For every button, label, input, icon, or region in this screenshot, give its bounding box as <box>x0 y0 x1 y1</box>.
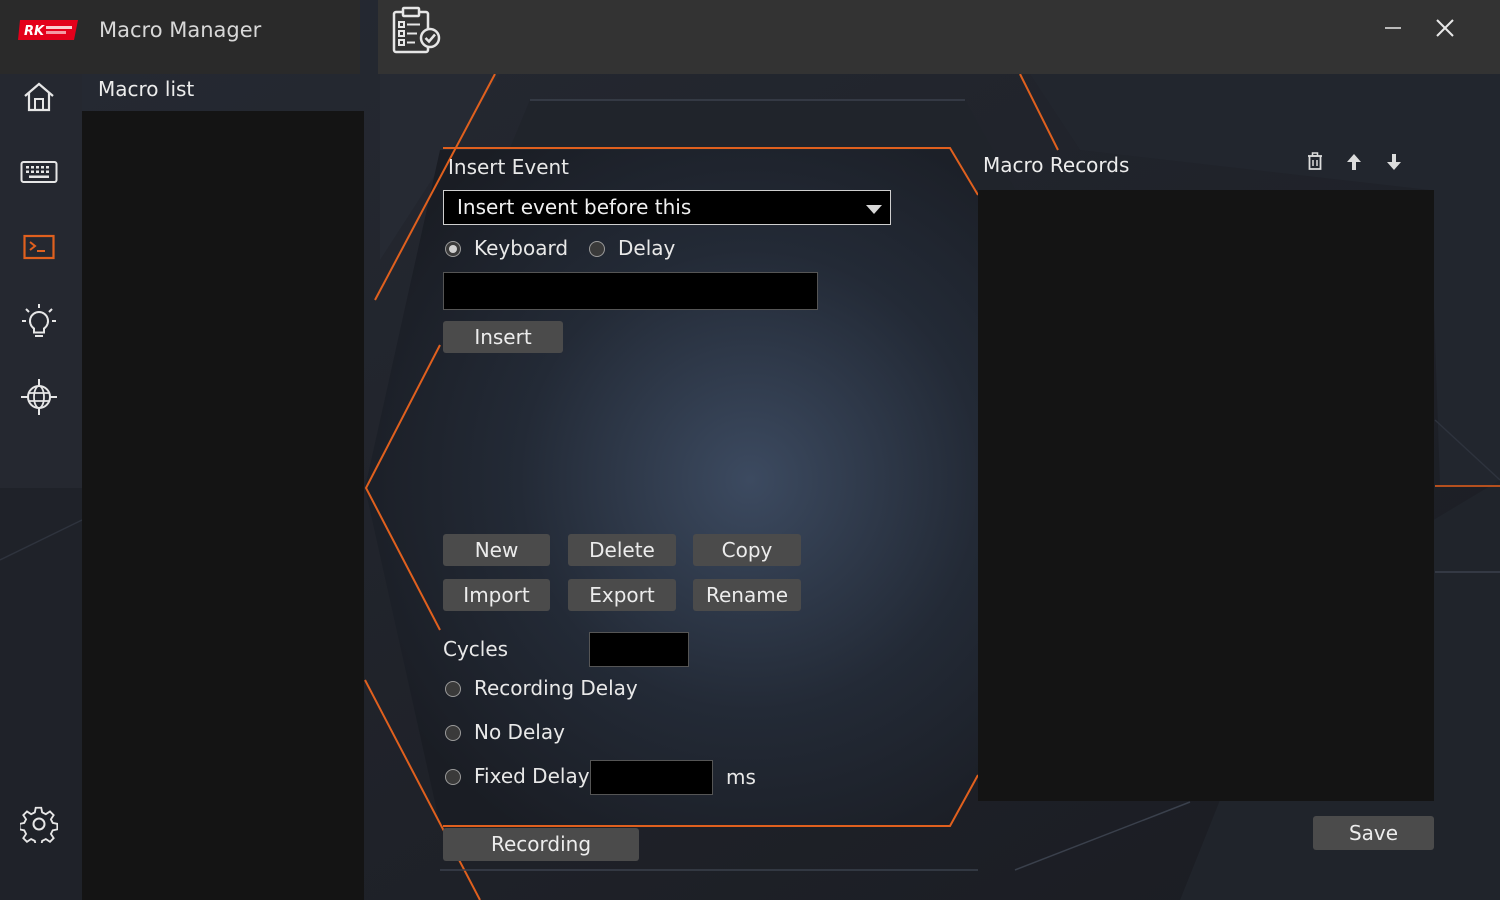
close-icon <box>1436 19 1454 37</box>
delete-button[interactable]: Delete <box>568 534 676 566</box>
fixed-delay-unit: ms <box>726 765 756 789</box>
event-key-input[interactable] <box>443 272 818 310</box>
home-icon <box>24 82 54 112</box>
app-title: Macro Manager <box>99 18 262 42</box>
no-delay-radio[interactable] <box>445 725 461 741</box>
insert-event-title: Insert Event <box>448 155 570 179</box>
macro-icon <box>23 234 55 260</box>
nav-home[interactable] <box>0 67 78 127</box>
network-icon <box>21 379 57 415</box>
clipboard-check-icon <box>390 6 442 58</box>
insert-button[interactable]: Insert <box>443 321 563 353</box>
fixed-delay-input[interactable] <box>590 760 713 795</box>
macro-records-title: Macro Records <box>983 153 1130 177</box>
save-button[interactable]: Save <box>1313 816 1434 850</box>
chevron-down-icon <box>866 205 882 214</box>
nav-lighting[interactable] <box>0 292 78 352</box>
rename-button[interactable]: Rename <box>693 579 801 611</box>
keyboard-radio-label[interactable]: Keyboard <box>474 236 568 260</box>
fixed-delay-label[interactable]: Fixed Delay <box>474 764 590 788</box>
recording-delay-radio[interactable] <box>445 681 461 697</box>
move-down-button[interactable] <box>1382 150 1406 174</box>
macro-list[interactable] <box>82 111 364 900</box>
nav-network[interactable] <box>0 367 78 427</box>
macro-records-list[interactable] <box>978 190 1434 801</box>
import-button[interactable]: Import <box>443 579 550 611</box>
macro-list-title: Macro list <box>98 77 195 101</box>
cycles-label: Cycles <box>443 637 509 661</box>
insert-position-select[interactable]: Insert event before this <box>443 190 891 225</box>
nav-keyboard[interactable] <box>0 142 78 202</box>
export-button[interactable]: Export <box>568 579 676 611</box>
new-button[interactable]: New <box>443 534 550 566</box>
brand-logo: RK <box>18 16 80 44</box>
move-up-button[interactable] <box>1342 150 1366 174</box>
gear-icon <box>20 806 58 843</box>
keyboard-icon <box>20 161 58 183</box>
insert-position-value: Insert event before this <box>457 195 692 219</box>
minimize-button[interactable] <box>1373 8 1413 48</box>
cycles-input[interactable] <box>589 632 689 667</box>
recording-button[interactable]: Recording <box>443 828 639 861</box>
fixed-delay-radio[interactable] <box>445 769 461 785</box>
svg-text:RK: RK <box>24 24 45 39</box>
recording-delay-label[interactable]: Recording Delay <box>474 676 638 700</box>
lighting-icon <box>22 304 56 337</box>
nav-settings[interactable] <box>0 794 78 854</box>
nav-macro[interactable] <box>0 217 78 277</box>
trash-icon <box>1308 152 1322 170</box>
arrow-up-icon <box>1347 154 1361 170</box>
copy-button[interactable]: Copy <box>693 534 801 566</box>
keyboard-radio[interactable] <box>445 241 461 257</box>
delay-radio[interactable] <box>589 241 605 257</box>
arrow-down-icon <box>1387 154 1401 170</box>
no-delay-label[interactable]: No Delay <box>474 720 565 744</box>
delete-record-button[interactable] <box>1303 150 1327 174</box>
minimize-icon <box>1385 27 1401 29</box>
close-button[interactable] <box>1425 8 1465 48</box>
delay-radio-label[interactable]: Delay <box>618 236 675 260</box>
titlebar-right <box>378 0 1500 74</box>
